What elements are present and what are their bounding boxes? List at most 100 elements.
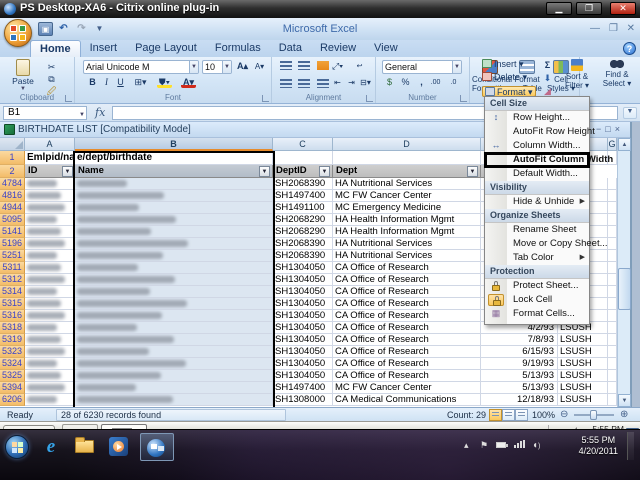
- taskbar-explorer-icon[interactable]: [70, 433, 100, 461]
- cell-g[interactable]: [608, 298, 617, 310]
- cell-g[interactable]: [608, 394, 617, 406]
- cell-code[interactable]: LSUSH: [558, 334, 608, 346]
- cell-deptid[interactable]: SH1304050: [273, 298, 333, 310]
- workbook-restore-icon[interactable]: □: [605, 124, 614, 134]
- font-color-icon[interactable]: A▾: [181, 76, 196, 88]
- cell-dept[interactable]: HA Nutritional Services: [333, 250, 481, 262]
- filter-header-dept[interactable]: Dept: [333, 165, 481, 178]
- row-header[interactable]: 5315: [0, 298, 25, 310]
- column-header-b[interactable]: B: [75, 138, 273, 151]
- cell-birthdate[interactable]: 9/19/93: [481, 358, 558, 370]
- align-top-icon[interactable]: [280, 61, 292, 70]
- cell-dept[interactable]: MC FW Cancer Center: [333, 382, 481, 394]
- cell-dept[interactable]: CA Office of Research: [333, 358, 481, 370]
- cell-birthdate[interactable]: 6/15/93: [481, 346, 558, 358]
- row-header[interactable]: 6206: [0, 394, 25, 406]
- cell-name-redacted[interactable]: [75, 274, 273, 286]
- cell-name-redacted[interactable]: [75, 214, 273, 226]
- cell-id-redacted[interactable]: [25, 250, 75, 262]
- cell-deptid[interactable]: SH1304050: [273, 274, 333, 286]
- workbook-minimize-icon[interactable]: −: [596, 124, 605, 134]
- name-box-dropdown-icon[interactable]: ▼: [79, 109, 85, 121]
- cell-id-redacted[interactable]: [25, 310, 75, 322]
- menu-item-tab-color[interactable]: Tab Color▶: [485, 251, 589, 265]
- number-format-combo[interactable]: General▼: [382, 60, 462, 74]
- cell-deptid[interactable]: SH1304050: [273, 346, 333, 358]
- clipboard-dialog-launcher-icon[interactable]: [65, 95, 72, 102]
- row-header[interactable]: 5323: [0, 346, 25, 358]
- taskbar-media-player-icon[interactable]: [104, 433, 134, 461]
- menu-item-default-width[interactable]: Default Width...: [485, 167, 589, 181]
- font-name-combo[interactable]: Arial Unicode M▼: [83, 60, 199, 74]
- cell-id-redacted[interactable]: [25, 286, 75, 298]
- tab-insert[interactable]: Insert: [81, 40, 127, 57]
- citrix-close-button[interactable]: ✕: [610, 2, 636, 15]
- cell-dept[interactable]: HA Health Information Mgmt: [333, 226, 481, 238]
- menu-item-autofit-column-width[interactable]: AutoFit Column Width: [485, 153, 589, 167]
- row-header[interactable]: 5314: [0, 286, 25, 298]
- font-dialog-launcher-icon[interactable]: [262, 95, 269, 102]
- cell-dept[interactable]: HA Nutritional Services: [333, 238, 481, 250]
- citrix-restore-button[interactable]: ❐: [576, 2, 602, 15]
- cell-dept[interactable]: CA Office of Research: [333, 262, 481, 274]
- cell-g[interactable]: [608, 310, 617, 322]
- cell-code[interactable]: LSUSH: [558, 370, 608, 382]
- cell-id-redacted[interactable]: [25, 394, 75, 406]
- column-header-c[interactable]: C: [273, 138, 333, 151]
- vertical-scrollbar[interactable]: ▲ ▼: [617, 138, 630, 407]
- cell-name-redacted[interactable]: [75, 238, 273, 250]
- cell-dept[interactable]: HA Health Information Mgmt: [333, 214, 481, 226]
- cell-id-redacted[interactable]: [25, 334, 75, 346]
- row-header[interactable]: 5196: [0, 238, 25, 250]
- scroll-down-icon[interactable]: ▼: [618, 394, 631, 407]
- cell-deptid[interactable]: SH1497400: [273, 382, 333, 394]
- cell-deptid[interactable]: SH1491100: [273, 202, 333, 214]
- cell-name-redacted[interactable]: [75, 202, 273, 214]
- cell-g[interactable]: [608, 214, 617, 226]
- tab-review[interactable]: Review: [311, 40, 365, 57]
- cell-birthdate[interactable]: 5/13/93: [481, 370, 558, 382]
- cell-id-redacted[interactable]: [25, 322, 75, 334]
- tab-home[interactable]: Home: [30, 40, 81, 57]
- row-header[interactable]: 4944: [0, 202, 25, 214]
- cell-name-redacted[interactable]: [75, 358, 273, 370]
- cell-deptid[interactable]: SH1304050: [273, 358, 333, 370]
- cell-dept[interactable]: CA Office of Research: [333, 346, 481, 358]
- cell-id-redacted[interactable]: [25, 238, 75, 250]
- action-center-flag-icon[interactable]: ⚑: [480, 440, 488, 451]
- cell-id-redacted[interactable]: [25, 298, 75, 310]
- cell-dept[interactable]: CA Office of Research: [333, 322, 481, 334]
- percent-icon[interactable]: %: [398, 76, 413, 89]
- cell-birthdate[interactable]: 5/13/93: [481, 382, 558, 394]
- menu-item-row-height[interactable]: ↕Row Height...: [485, 111, 589, 125]
- delete-button[interactable]: Delete ▾: [482, 72, 527, 83]
- cell-dept[interactable]: MC Emergency Medicine: [333, 202, 481, 214]
- menu-item-move-or-copy-sheet[interactable]: Move or Copy Sheet...: [485, 237, 589, 251]
- menu-item-protect-sheet[interactable]: Protect Sheet...: [485, 279, 589, 293]
- cell-name-redacted[interactable]: [75, 178, 273, 190]
- cell-deptid[interactable]: SH2068390: [273, 178, 333, 190]
- number-dialog-launcher-icon[interactable]: [460, 95, 467, 102]
- cell-name-redacted[interactable]: [75, 190, 273, 202]
- cell-deptid[interactable]: SH1304050: [273, 322, 333, 334]
- cell-id-redacted[interactable]: [25, 274, 75, 286]
- cell-deptid[interactable]: SH1304050: [273, 310, 333, 322]
- currency-icon[interactable]: $: [382, 76, 397, 89]
- workbook-close-icon[interactable]: ×: [615, 124, 624, 134]
- cell-deptid[interactable]: SH1304050: [273, 262, 333, 274]
- cell-b1[interactable]: e/dept/birthdate: [75, 151, 273, 165]
- excel-restore-button[interactable]: ❐: [609, 24, 618, 34]
- row-header[interactable]: 5312: [0, 274, 25, 286]
- menu-item-autofit-row-height[interactable]: AutoFit Row Height: [485, 125, 589, 139]
- cell-name-redacted[interactable]: [75, 346, 273, 358]
- tab-data[interactable]: Data: [270, 40, 311, 57]
- scrollbar-thumb[interactable]: [618, 268, 631, 310]
- cell-id-redacted[interactable]: [25, 226, 75, 238]
- cell-id-redacted[interactable]: [25, 178, 75, 190]
- cell-code[interactable]: LSUSH: [558, 382, 608, 394]
- wrap-text-icon[interactable]: ↩: [352, 60, 367, 73]
- scroll-up-icon[interactable]: ▲: [618, 138, 631, 151]
- menu-item-rename-sheet[interactable]: Rename Sheet: [485, 223, 589, 237]
- battery-icon[interactable]: [496, 442, 506, 448]
- orientation-icon[interactable]: ⤢▾: [330, 60, 345, 73]
